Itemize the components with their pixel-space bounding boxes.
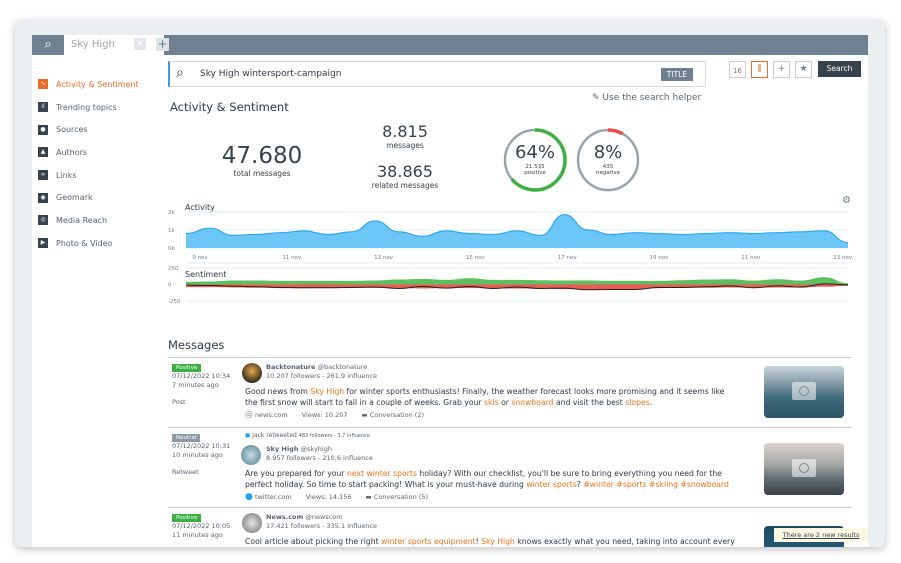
camera-icon bbox=[792, 382, 816, 400]
message-age: 10 minutes ago bbox=[172, 451, 223, 459]
body-text: Good news from bbox=[245, 387, 311, 396]
message-body: Cool article about picking the right win… bbox=[245, 536, 735, 547]
author-info: News.com @newscom 17.421 followers - 335,… bbox=[266, 513, 377, 531]
author-name[interactable]: Backtonature bbox=[266, 363, 315, 371]
activity-xtick: 19 nov bbox=[650, 255, 670, 261]
highlighted-term: slopes bbox=[625, 398, 650, 407]
activity-xtick: 17 nov bbox=[558, 255, 578, 261]
body-text: and visit the best bbox=[553, 398, 626, 407]
activity-sentiment-charts: Activity 2k 1k 0k 9 nov 11 nov 13 nov 15 nov 17 … bbox=[168, 203, 853, 305]
message-type: Post bbox=[172, 398, 186, 406]
activity-xtick: 21 nov bbox=[741, 255, 761, 261]
highlighted-term: Sky High bbox=[481, 537, 515, 546]
conversation-label: Conversation (2) bbox=[369, 411, 425, 419]
author-name[interactable]: Sky High bbox=[266, 445, 298, 453]
message-meta: 07/12/2022 10:31 10 minutes ago Retweet bbox=[172, 442, 230, 477]
activity-ytick: 1k bbox=[168, 228, 175, 234]
globe-icon: ◎ bbox=[245, 410, 253, 420]
body-text: . bbox=[649, 398, 653, 407]
source[interactable]: ● twitter.com bbox=[245, 492, 292, 502]
conversation-label: Conversation (5) bbox=[373, 493, 429, 501]
message-meta: 07/12/2022 10:05 11 minutes ago bbox=[172, 522, 230, 540]
sentiment-chart-title: Sentiment bbox=[185, 270, 226, 279]
body-text: or bbox=[498, 398, 512, 407]
author-handle[interactable]: @newscom bbox=[305, 513, 342, 521]
camera-icon bbox=[792, 459, 816, 478]
sentiment-positive-area bbox=[186, 277, 848, 285]
highlighted-term: skis bbox=[484, 398, 499, 407]
highlighted-term: next winter sports bbox=[346, 469, 417, 478]
highlighted-term: snowboard bbox=[511, 398, 554, 407]
message-body: Good news from Sky High for winter sport… bbox=[245, 386, 735, 408]
media-thumbnail[interactable] bbox=[764, 443, 844, 496]
author-info: Sky High @skyhigh 8.957 followers - 210,6… bbox=[266, 445, 373, 463]
activity-xtick: 15 nov bbox=[466, 255, 486, 261]
highlighted-term: Sky High bbox=[310, 387, 345, 396]
message-age: 11 minutes ago bbox=[172, 531, 223, 539]
message-date: 07/12/2022 10:34 bbox=[172, 372, 231, 380]
sentiment-ytick: 0 bbox=[168, 283, 172, 289]
twitter-icon: ● bbox=[245, 492, 253, 502]
activity-ytick: 0k bbox=[168, 246, 175, 252]
body-text: Are you prepared for your bbox=[245, 469, 347, 478]
message-footer: ● twitter.com Views: 14.156 ▬ Conversation… bbox=[245, 492, 428, 502]
comment-icon: ▬ bbox=[365, 493, 372, 501]
body-text: Cool article about picking the right bbox=[245, 537, 382, 546]
media-thumbnail[interactable] bbox=[764, 366, 844, 418]
activity-xtick: 23 nov bbox=[833, 255, 853, 261]
sentiment-ytick: 250 bbox=[168, 266, 179, 272]
author-stats: 17.421 followers - 335,1 influence bbox=[266, 522, 378, 530]
highlighted-term: #winter #sports #skiing #snowboard bbox=[583, 480, 729, 489]
activity-xtick: 9 nov bbox=[192, 255, 208, 261]
author-name[interactable]: News.com bbox=[266, 513, 303, 521]
comment-icon: ▬ bbox=[361, 411, 368, 419]
sentiment-badge: Positive bbox=[172, 514, 202, 522]
highlighted-term: winter sports bbox=[526, 480, 577, 489]
message-body: Are you prepared for your next winter sp… bbox=[245, 468, 735, 490]
source[interactable]: ◎ news.com bbox=[245, 410, 288, 420]
activity-xtick: 13 nov bbox=[374, 255, 394, 261]
sentiment-ytick: -250 bbox=[168, 299, 181, 305]
retweet-label[interactable]: Jack retweeted bbox=[252, 432, 297, 439]
author-handle[interactable]: @backtonature bbox=[318, 363, 368, 371]
activity-chart-title: Activity bbox=[185, 203, 215, 212]
message-item[interactable]: Neutral 07/12/2022 10:31 10 minutes ago Re… bbox=[168, 427, 852, 507]
conversation-link[interactable]: ▬ Conversation (2) bbox=[362, 411, 424, 419]
author-handle[interactable]: @skyhigh bbox=[301, 445, 332, 453]
sentiment-badge: Positive bbox=[172, 364, 202, 372]
author-stats: 10.207 followers - 261,9 influence bbox=[266, 372, 378, 380]
retweet-stats: 482 followers - 3,7 influence bbox=[298, 433, 370, 439]
conversation-link[interactable]: ▬ Conversation (5) bbox=[366, 493, 428, 501]
avatar[interactable] bbox=[241, 445, 261, 465]
message-type: Retweet bbox=[172, 468, 199, 476]
message-item[interactable]: Positive 07/12/2022 10:34 7 minutes ago Po… bbox=[168, 357, 852, 427]
message-footer: ◎ news.com Views: 10.207 ▬ Conversation (2… bbox=[245, 410, 424, 420]
avatar[interactable] bbox=[242, 513, 262, 533]
avatar[interactable] bbox=[242, 363, 262, 383]
activity-xtick: 11 nov bbox=[282, 255, 302, 261]
app-window: ⌕ Sky High × + ∿ Activity & Sentiment ıl Tr… bbox=[32, 35, 868, 547]
message-age: 7 minutes ago bbox=[172, 381, 219, 389]
highlighted-term: winter sports equipment bbox=[381, 537, 476, 546]
views-count: Views: 14.156 bbox=[305, 493, 352, 501]
messages-title: Messages bbox=[168, 338, 225, 352]
message-date: 07/12/2022 10:31 bbox=[172, 442, 231, 450]
new-results-link[interactable]: There are 2 new results bbox=[774, 528, 868, 542]
activity-ytick: 2k bbox=[168, 210, 175, 216]
source-label: twitter.com bbox=[254, 493, 292, 501]
twitter-icon: ● bbox=[245, 432, 251, 439]
author-info: Backtonature @backtonature 10.207 followe… bbox=[266, 363, 377, 381]
message-item[interactable]: Positive 07/12/2022 10:05 11 minutes ago … bbox=[168, 507, 852, 547]
message-meta: 07/12/2022 10:34 7 minutes ago Post bbox=[172, 372, 230, 407]
views-count: Views: 10.207 bbox=[301, 411, 348, 419]
sentiment-badge: Neutral bbox=[172, 434, 201, 442]
source-label: news.com bbox=[254, 411, 288, 419]
message-date: 07/12/2022 10:05 bbox=[172, 522, 231, 530]
author-stats: 8.957 followers - 210,6 influence bbox=[266, 454, 373, 462]
retweet-info: ● Jack retweeted 482 followers - 3,7 inf… bbox=[245, 431, 370, 441]
